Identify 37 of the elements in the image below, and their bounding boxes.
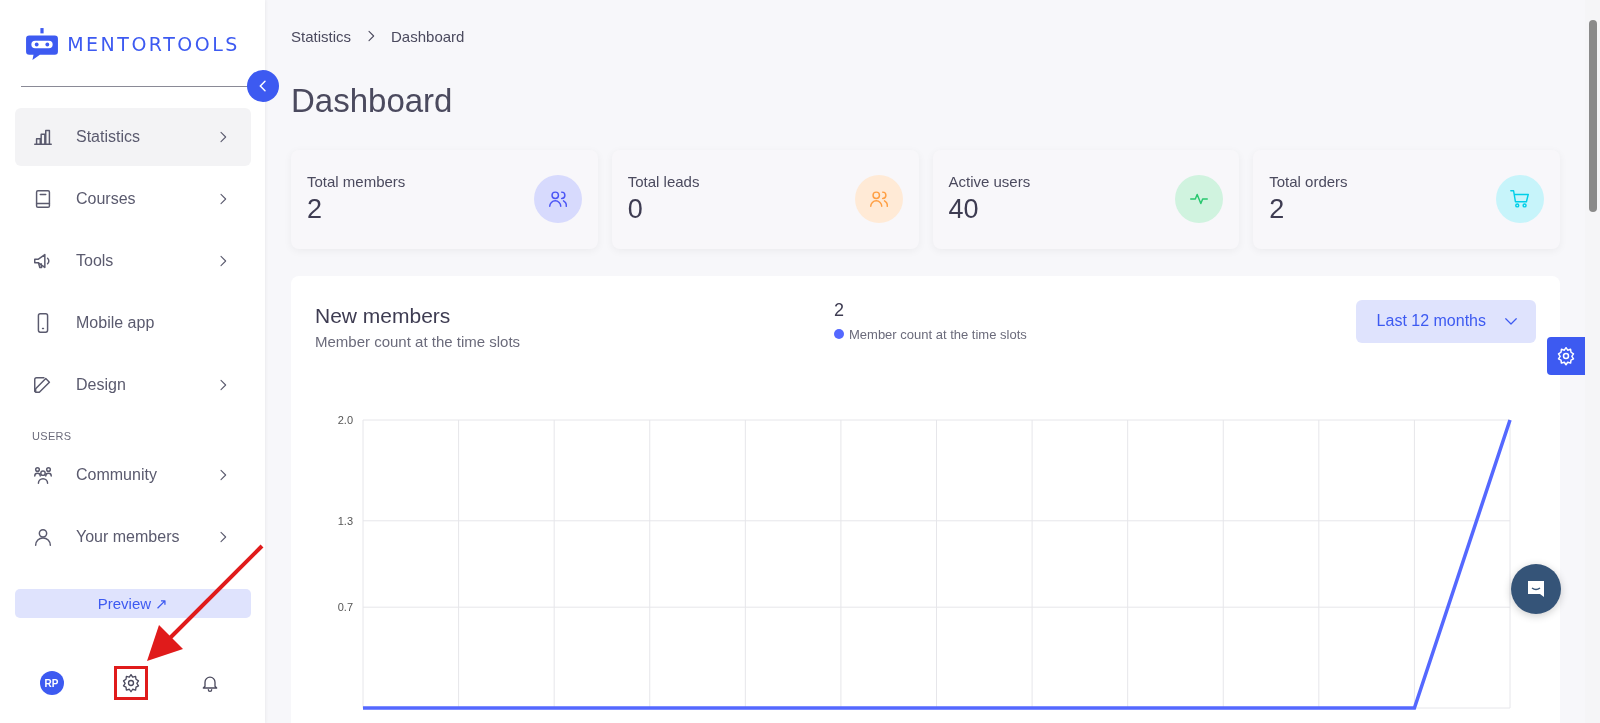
- axis-tick-label: 0.7: [337, 600, 353, 613]
- sidebar-item[interactable]: Courses: [15, 170, 251, 228]
- stat-value: 2: [1269, 194, 1286, 226]
- logo-text: MENTORTOOLS: [67, 33, 240, 55]
- stat-value: 2: [307, 194, 324, 226]
- sidebar-item[interactable]: Your members: [15, 508, 251, 566]
- legend-label: Member count at the time slots: [849, 326, 1027, 342]
- axis-tick-label: 1.3: [337, 514, 353, 527]
- stat-label: Total members: [307, 173, 407, 191]
- robot-logo-icon: [25, 27, 60, 61]
- card-subtitle: Member count at the time slots: [315, 332, 522, 350]
- sidebar-item[interactable]: Community: [15, 446, 251, 504]
- sidebar-item[interactable]: Design: [15, 356, 251, 414]
- period-dropdown[interactable]: Last 12 months: [1355, 299, 1536, 343]
- stat-value: 40: [948, 194, 980, 226]
- settings-tab[interactable]: [1547, 337, 1585, 375]
- breadcrumb-item: Dashboard: [391, 27, 465, 45]
- preview-button[interactable]: Preview ↗: [15, 589, 251, 618]
- avatar[interactable]: RP: [39, 671, 64, 695]
- settings-icon[interactable]: [113, 666, 148, 700]
- stat-label: Active users: [948, 173, 1032, 191]
- card-title: New members: [315, 303, 452, 328]
- breadcrumb-item[interactable]: Statistics: [291, 27, 351, 45]
- community-icon: [32, 464, 54, 486]
- axis-tick-label: 2.0: [337, 413, 353, 426]
- total-value: 2: [834, 299, 845, 321]
- page-title: Dashboard: [291, 81, 454, 121]
- sidebar-item[interactable]: Statistics: [15, 108, 251, 166]
- collapse-button[interactable]: [247, 70, 279, 102]
- sidebar-item[interactable]: Tools: [15, 232, 251, 290]
- stat-value: 0: [627, 194, 644, 226]
- settings-icon: [1556, 346, 1576, 366]
- person-icon: [32, 526, 54, 548]
- sidebar-item[interactable]: Mobile app: [15, 294, 251, 352]
- section-label: USERS: [31, 429, 73, 444]
- stat-label: Total orders: [1269, 173, 1349, 191]
- stat-label: Total leads: [627, 173, 701, 191]
